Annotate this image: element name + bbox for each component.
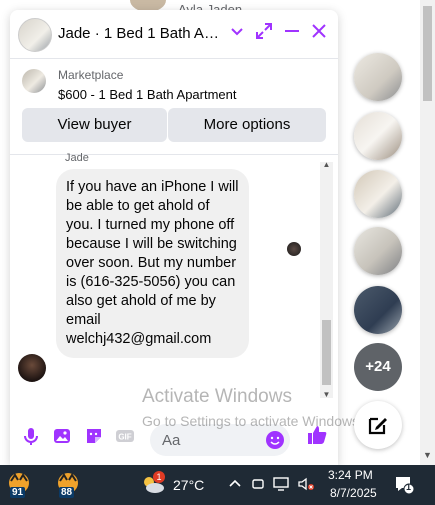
conversation-avatar[interactable] [18, 18, 52, 52]
listing-thumbnail[interactable] [22, 69, 46, 93]
page-scroll-down-arrow[interactable]: ▼ [421, 450, 434, 460]
message-bubble[interactable]: If you have an iPhone I will be able to … [56, 169, 249, 358]
more-options-button[interactable]: More options [168, 108, 326, 142]
taskbar-app-2-badge: 88 [59, 487, 75, 498]
svg-text:GIF: GIF [118, 433, 131, 442]
chevron-down-icon[interactable] [226, 22, 248, 44]
sender-name: Jade [65, 152, 89, 164]
windows-taskbar: 91 88 1 27°C 3:24 PM 8/7/2025 1 [0, 465, 435, 505]
clock-date[interactable]: 8/7/2025 [330, 486, 377, 500]
listing-title[interactable]: $600 - 1 Bed 1 Bath Apartment [58, 87, 237, 102]
marketplace-banner: Marketplace $600 - 1 Bed 1 Bath Apartmen… [10, 59, 338, 155]
microphone-icon[interactable] [20, 425, 42, 447]
chat-head-4[interactable] [354, 227, 402, 275]
taskbar-app-1-badge: 91 [10, 487, 26, 498]
view-buyer-button[interactable]: View buyer [22, 108, 167, 142]
chat-head-1[interactable] [354, 53, 402, 101]
more-chats-count: +24 [365, 358, 391, 375]
meet-icon[interactable] [251, 477, 265, 494]
marketplace-label: Marketplace [58, 68, 124, 82]
emoji-icon[interactable] [264, 429, 286, 451]
compose-icon [368, 417, 387, 435]
minimize-icon[interactable] [281, 22, 303, 44]
weather-alert-badge: 1 [153, 471, 165, 483]
read-receipt-avatar [287, 242, 301, 256]
gif-icon[interactable]: GIF [114, 425, 136, 447]
more-chats-button[interactable]: +24 [354, 343, 402, 391]
sticker-icon[interactable] [83, 425, 105, 447]
volume-muted-icon[interactable] [297, 477, 315, 494]
message-input-placeholder: Aa [162, 432, 181, 449]
chat-head-3[interactable] [354, 170, 402, 218]
close-icon[interactable] [308, 22, 330, 44]
chat-head-5[interactable] [354, 286, 402, 334]
page-scrollbar-thumb[interactable] [423, 6, 432, 101]
conversation-title[interactable]: Jade · 1 Bed 1 Bath Ap... [58, 25, 223, 42]
chevron-up-icon[interactable] [228, 477, 242, 494]
message-scrollbar-thumb[interactable] [322, 320, 331, 385]
activate-windows-subtitle: Go to Settings to activate Windows. [142, 413, 363, 429]
scroll-down-arrow[interactable]: ▼ [322, 390, 331, 399]
sender-avatar[interactable] [18, 354, 46, 382]
expand-icon[interactable] [253, 22, 275, 44]
chat-header: Jade · 1 Bed 1 Bath Ap... [10, 10, 338, 59]
notification-icon[interactable]: 1 [393, 474, 415, 496]
photo-icon[interactable] [51, 425, 73, 447]
new-message-button[interactable] [354, 401, 402, 449]
temperature[interactable]: 27°C [173, 477, 204, 493]
clock-time[interactable]: 3:24 PM [328, 468, 373, 482]
activate-windows-title: Activate Windows [142, 386, 292, 407]
message-list: Jade If you have an iPhone I will be abl… [10, 152, 338, 405]
scroll-up-arrow[interactable]: ▲ [322, 160, 331, 169]
network-icon[interactable] [273, 477, 289, 494]
notification-count: 1 [406, 482, 412, 492]
chat-head-2[interactable] [354, 112, 402, 160]
